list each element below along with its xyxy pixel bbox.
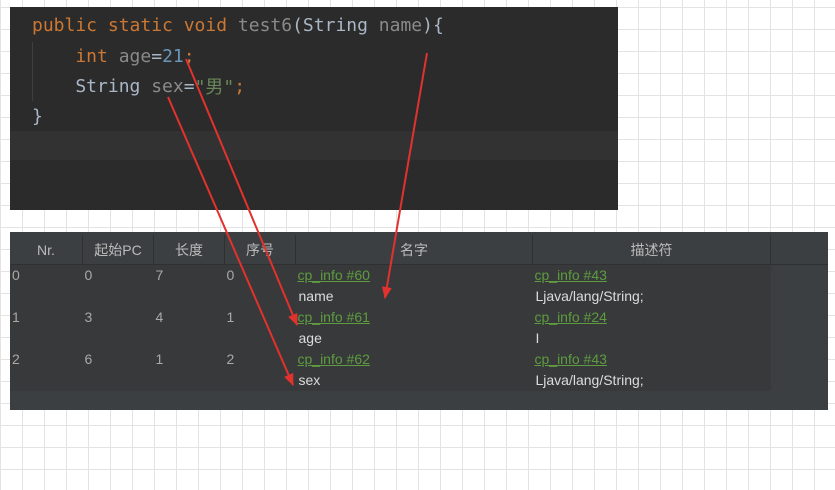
cell-nr: 0: [10, 264, 83, 307]
descriptor-cp-link[interactable]: cp_info #43: [535, 265, 771, 286]
col-header-index[interactable]: 序号: [224, 235, 296, 265]
table-header-row: Nr. 起始PC 长度 序号 名字 描述符: [10, 235, 771, 265]
col-header-length[interactable]: 长度: [153, 235, 225, 265]
code-line-3[interactable]: String sex = "男" ;: [10, 71, 618, 101]
name-value: age: [298, 330, 322, 346]
col-header-descriptor[interactable]: 描述符: [532, 235, 771, 265]
assign-operator: =: [183, 75, 195, 97]
descriptor-cp-link[interactable]: cp_info #24: [535, 307, 771, 328]
cell-name: cp_info #60 name: [295, 264, 533, 307]
descriptor-value: Ljava/lang/String;: [535, 288, 644, 304]
cell-length: 7: [153, 264, 225, 307]
name-cp-link[interactable]: cp_info #62: [298, 349, 533, 370]
cell-start-pc: 6: [82, 349, 154, 391]
type-keyword: int: [75, 45, 119, 67]
code-line-4[interactable]: }: [10, 101, 618, 131]
cell-index: 1: [224, 307, 296, 349]
descriptor-value: Ljava/lang/String;: [535, 372, 644, 388]
semicolon: ;: [234, 75, 246, 97]
descriptor-cp-link[interactable]: cp_info #43: [535, 349, 771, 370]
cell-descriptor: cp_info #43 Ljava/lang/String;: [532, 349, 771, 391]
type-name: String: [75, 75, 152, 97]
int-literal: 21: [162, 45, 184, 67]
table-row[interactable]: 0 0 7 0 cp_info #60 name cp_info #43 Lja…: [10, 264, 771, 307]
cell-descriptor: cp_info #43 Ljava/lang/String;: [532, 264, 771, 307]
current-line-highlight: [10, 131, 618, 160]
param-type: (String: [292, 14, 379, 36]
cell-name: cp_info #62 sex: [295, 349, 533, 391]
code-line-1[interactable]: public static void test6 (String name ){: [10, 10, 618, 40]
param-name: name: [378, 14, 423, 36]
cell-length: 4: [153, 307, 225, 349]
name-cp-link[interactable]: cp_info #60: [298, 265, 533, 286]
name-value: sex: [298, 372, 321, 388]
cell-name: cp_info #61 age: [295, 307, 533, 349]
variable-name-age: age: [118, 45, 152, 67]
cell-descriptor: cp_info #24 I: [532, 307, 771, 349]
name-cp-link[interactable]: cp_info #61: [298, 307, 533, 328]
cell-index: 2: [224, 349, 296, 391]
cell-nr: 1: [10, 307, 83, 349]
open-brace: ){: [422, 14, 444, 36]
name-value: name: [298, 288, 334, 304]
semicolon: ;: [183, 45, 195, 67]
method-name: test6: [237, 14, 293, 36]
table-row[interactable]: 1 3 4 1 cp_info #61 age cp_info #24 I: [10, 307, 771, 349]
cell-index: 0: [224, 264, 296, 307]
string-literal: "男": [194, 77, 235, 98]
code-line-2[interactable]: int age = 21 ;: [10, 41, 618, 71]
code-editor[interactable]: public static void test6 (String name ){…: [10, 7, 618, 210]
cell-start-pc: 0: [82, 264, 154, 307]
col-header-name[interactable]: 名字: [295, 235, 533, 265]
modifiers-keyword: public static void: [32, 14, 238, 36]
closing-brace: }: [32, 105, 43, 127]
assign-operator: =: [151, 45, 163, 67]
col-header-start-pc[interactable]: 起始PC: [82, 235, 154, 265]
local-variable-table-panel: Nr. 起始PC 长度 序号 名字 描述符 0 0 7 0 cp_info #6…: [10, 232, 828, 410]
local-variable-table[interactable]: Nr. 起始PC 长度 序号 名字 描述符 0 0 7 0 cp_info #6…: [10, 235, 771, 391]
cell-nr: 2: [10, 349, 83, 391]
variable-name-sex: sex: [151, 75, 184, 97]
descriptor-value: I: [535, 330, 540, 346]
cell-length: 1: [153, 349, 225, 391]
table-row[interactable]: 2 6 1 2 cp_info #62 sex cp_info #43 Ljav…: [10, 349, 771, 391]
cell-start-pc: 3: [82, 307, 154, 349]
col-header-nr[interactable]: Nr.: [10, 235, 83, 265]
